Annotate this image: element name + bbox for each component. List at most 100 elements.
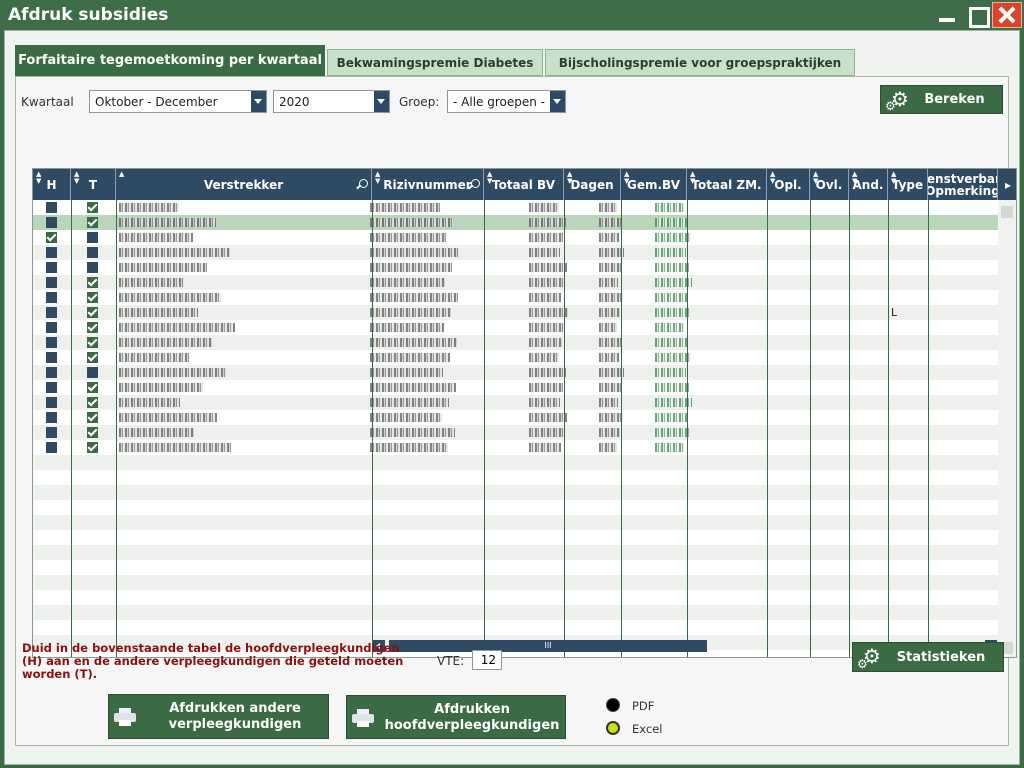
bereken-button[interactable]: ⚙ ⚙ Bereken [880, 85, 1003, 114]
jaar-select[interactable]: 2020 [273, 90, 390, 113]
scroll-right-icon[interactable]: ▸ [998, 169, 1016, 200]
col-header-opl[interactable]: ▲ ▼ Opl. [767, 169, 810, 200]
table-row[interactable] [33, 425, 998, 440]
checkbox-h[interactable] [46, 307, 57, 318]
col-header-totaal-bv[interactable]: ▲ ▼ Totaal BV [484, 169, 564, 200]
table-row[interactable] [33, 590, 998, 605]
col-header-h[interactable]: ▲ ▼ H [33, 169, 71, 200]
table-row[interactable]: L [33, 305, 998, 320]
table-row[interactable] [33, 620, 998, 635]
table-row[interactable] [33, 350, 998, 365]
checkbox-h[interactable] [46, 232, 57, 243]
pdf-radio[interactable] [606, 698, 620, 712]
checkbox-h[interactable] [46, 292, 57, 303]
table-row[interactable] [33, 500, 998, 515]
col-header-rizivnummer[interactable]: ▲ ▼ Rizivnummer [372, 169, 484, 200]
data-table[interactable]: ▲ ▼ H ▲ ▼ T ▲ Verstrekker ▲ ▼ Rizivnummer ▲ ▼ Tot… [32, 168, 1017, 658]
checkbox-h[interactable] [46, 337, 57, 348]
table-row[interactable] [33, 365, 998, 380]
col-header-ovl[interactable]: ▲ ▼ Ovl. [810, 169, 849, 200]
checkbox-t[interactable] [87, 307, 98, 318]
checkbox-h[interactable] [46, 412, 57, 423]
table-row[interactable] [33, 395, 998, 410]
table-row[interactable] [33, 605, 998, 620]
checkbox-h[interactable] [46, 262, 57, 273]
checkbox-h[interactable] [46, 397, 57, 408]
table-row[interactable] [33, 575, 998, 590]
col-header-gem-bv[interactable]: ▲ ▼ Gem.BV [621, 169, 687, 200]
checkbox-h[interactable] [46, 427, 57, 438]
chevron-down-icon[interactable] [550, 91, 565, 112]
table-row[interactable] [33, 260, 998, 275]
close-icon[interactable] [992, 2, 1022, 28]
checkbox-h[interactable] [46, 277, 57, 288]
chevron-down-icon[interactable] [251, 91, 266, 112]
col-header-t[interactable]: ▲ ▼ T [71, 169, 116, 200]
checkbox-h[interactable] [46, 442, 57, 453]
table-row[interactable] [33, 245, 998, 260]
checkbox-t[interactable] [87, 352, 98, 363]
checkbox-t[interactable] [87, 292, 98, 303]
checkbox-t[interactable] [87, 442, 98, 453]
checkbox-t[interactable] [87, 277, 98, 288]
checkbox-h[interactable] [46, 202, 57, 213]
maximize-icon[interactable] [964, 2, 991, 28]
checkbox-t[interactable] [87, 232, 98, 243]
vertical-scrollbar[interactable] [998, 200, 1016, 657]
checkbox-t[interactable] [87, 382, 98, 393]
table-row[interactable] [33, 215, 998, 230]
table-row[interactable] [33, 230, 998, 245]
table-row[interactable] [33, 200, 998, 215]
tab-forfaitaire[interactable]: Forfaitaire tegemoetkoming per kwartaal [15, 45, 325, 76]
table-row[interactable] [33, 335, 998, 350]
checkbox-t[interactable] [87, 412, 98, 423]
checkbox-t[interactable] [87, 202, 98, 213]
checkbox-t[interactable] [87, 262, 98, 273]
col-header-dagen[interactable]: ▲ ▼ Dagen [564, 169, 621, 200]
table-row[interactable] [33, 275, 998, 290]
checkbox-t[interactable] [87, 322, 98, 333]
checkbox-t[interactable] [87, 367, 98, 378]
checkbox-h[interactable] [46, 217, 57, 228]
table-row[interactable] [33, 530, 998, 545]
checkbox-t[interactable] [87, 217, 98, 228]
scroll-up-icon[interactable] [1001, 206, 1013, 218]
statistieken-button[interactable]: ⚙ ⚙ Statistieken [852, 642, 1004, 672]
checkbox-h[interactable] [46, 322, 57, 333]
checkbox-t[interactable] [87, 397, 98, 408]
tab-bijscholingspremie[interactable]: Bijscholingspremie voor groepspraktijken [545, 49, 855, 76]
checkbox-t[interactable] [87, 337, 98, 348]
table-row[interactable] [33, 470, 998, 485]
col-header-totaal-zm[interactable]: ▲ ▼ Totaal ZM. [687, 169, 767, 200]
checkbox-h[interactable] [46, 382, 57, 393]
table-row[interactable] [33, 515, 998, 530]
checkbox-h[interactable] [46, 247, 57, 258]
col-header-type[interactable]: ▲ ▼ Type [888, 169, 928, 200]
groep-select[interactable]: - Alle groepen - [447, 90, 566, 113]
table-row[interactable] [33, 560, 998, 575]
print-hoofd-button[interactable]: Afdrukken hoofdverpleegkundigen [346, 695, 566, 739]
minimize-icon[interactable] [934, 2, 961, 28]
table-row[interactable] [33, 410, 998, 425]
kwartaal-select[interactable]: Oktober - December [89, 90, 267, 113]
table-row[interactable] [33, 485, 998, 500]
chevron-down-icon[interactable] [374, 91, 389, 112]
checkbox-h[interactable] [46, 367, 57, 378]
table-row[interactable] [33, 440, 998, 455]
tab-bekwamingspremie[interactable]: Bekwamingspremie Diabetes [327, 49, 543, 76]
table-row[interactable] [33, 380, 998, 395]
checkbox-t[interactable] [87, 427, 98, 438]
table-row[interactable] [33, 320, 998, 335]
table-row[interactable] [33, 455, 998, 470]
vte-input[interactable]: 12 [472, 650, 502, 670]
print-andere-button[interactable]: Afdrukken andere verpleegkundigen [108, 694, 329, 739]
table-row[interactable] [33, 545, 998, 560]
excel-radio[interactable] [606, 721, 620, 735]
col-header-and[interactable]: ▲ ▼ And. [849, 169, 888, 200]
checkbox-t[interactable] [87, 247, 98, 258]
col-header-dienstverband[interactable]: Dienstverband Opmerking [928, 169, 998, 200]
checkbox-h[interactable] [46, 352, 57, 363]
scrollbar-thumb[interactable]: III [389, 640, 707, 652]
table-row[interactable] [33, 290, 998, 305]
col-header-verstrekker[interactable]: ▲ Verstrekker [116, 169, 372, 200]
